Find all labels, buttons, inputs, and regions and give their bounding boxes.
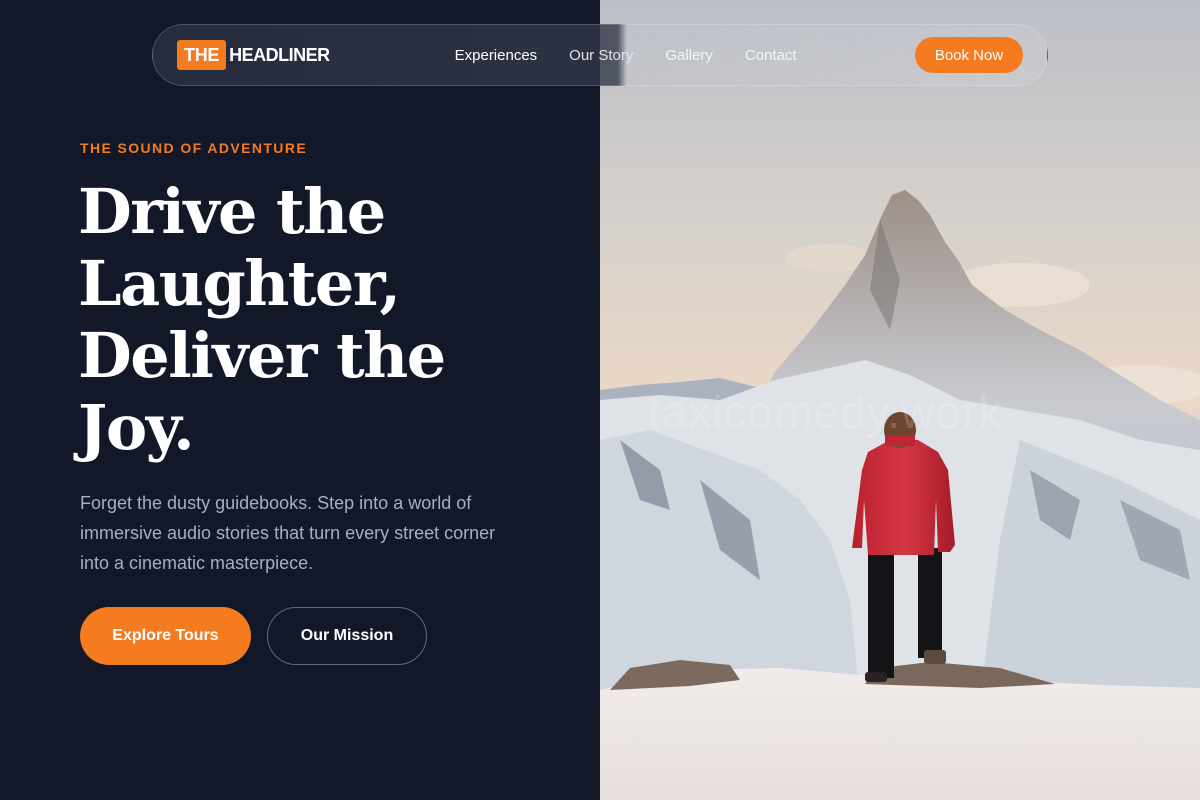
hero-eyebrow: THE SOUND OF ADVENTURE [80, 140, 308, 156]
logo-badge: THE [177, 40, 227, 70]
top-navbar: THE HEADLINER Experiences Our Story Gall… [152, 24, 1048, 86]
book-now-button[interactable]: Book Now [915, 37, 1023, 73]
mountain-photo [600, 0, 1200, 800]
hero-image [600, 0, 1200, 800]
explore-tours-button[interactable]: Explore Tours [80, 607, 251, 665]
nav-link-experiences[interactable]: Experiences [455, 47, 538, 64]
hero-description: Forget the dusty guidebooks. Step into a… [80, 493, 496, 573]
nav-links: Experiences Our Story Gallery Contact [455, 47, 829, 64]
our-mission-button[interactable]: Our Mission [267, 607, 427, 665]
nav-link-contact[interactable]: Contact [745, 47, 797, 64]
nav-link-our-story[interactable]: Our Story [569, 47, 633, 64]
logo-wordmark: HEADLINER [229, 44, 330, 65]
brand-logo[interactable]: THE HEADLINER [177, 40, 330, 70]
nav-link-gallery[interactable]: Gallery [665, 47, 713, 64]
hero-headline: Drive the Laughter, Deliver the Joy. [78, 175, 446, 464]
